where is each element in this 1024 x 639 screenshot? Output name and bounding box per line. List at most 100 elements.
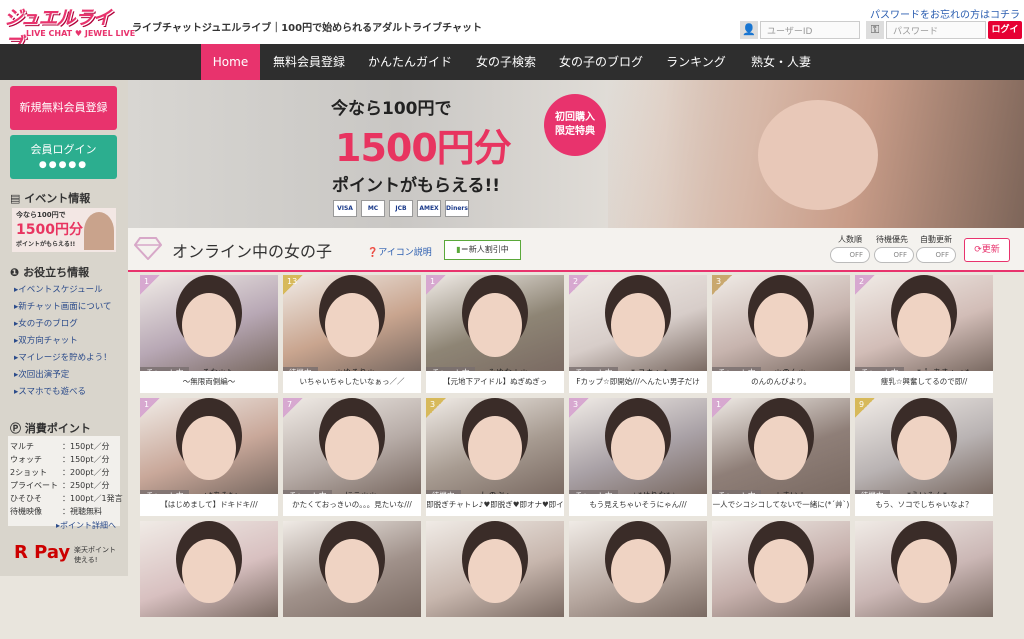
- help-link-next-schedule[interactable]: ▸次回出演予定: [14, 368, 69, 380]
- performer-photo: [426, 275, 564, 371]
- toggle-auto-refresh[interactable]: OFF: [916, 247, 956, 263]
- help-link-blog[interactable]: ▸女の子のブログ: [14, 317, 78, 329]
- nav-ranking[interactable]: ランキング: [658, 44, 734, 80]
- performer-tile[interactable]: 1チャット中みゆな＋＊。【元地下アイドル】ぬぎぬぎっ: [426, 275, 564, 393]
- help-link-new-chat[interactable]: ▸新チャット画面について: [14, 300, 111, 312]
- banner-line1: 今なら100円で: [331, 99, 452, 119]
- gem-icon: [134, 237, 162, 260]
- online-section-header: オンライン中の女の子 ❓アイコン説明 ▮＝新人割引中 人数順 OFF 待機優先 …: [128, 228, 1024, 272]
- performer-tile[interactable]: 13待機中＊ゆるり＊。いちゃいちゃしたいなぁっ／／: [283, 275, 421, 393]
- performer-photo: [855, 275, 993, 371]
- performer-caption: Fカップ☆即開始///へんたい男子だけ: [569, 371, 707, 393]
- performer-face: [897, 539, 951, 603]
- performer-tile[interactable]: 1チャット中るな＊♪～無限両側編～: [140, 275, 278, 393]
- performer-face: [325, 293, 379, 357]
- performer-photo: [712, 398, 850, 494]
- performer-face: [468, 539, 522, 603]
- performer-photo: [426, 521, 564, 617]
- nav-home[interactable]: Home: [201, 44, 260, 80]
- help-heading: ❶ お役立ち情報: [10, 266, 90, 279]
- rank-badge: 2: [569, 275, 589, 295]
- new-discount-badge: ▮＝新人割引中: [444, 240, 521, 260]
- performer-face: [182, 293, 236, 357]
- performer-caption: もう見えちゃいそうにゃん///: [569, 494, 707, 516]
- forgot-password-link[interactable]: パスワードをお忘れの方はコチラ: [870, 6, 1020, 21]
- points-row: マルチ ：150pt／分: [10, 442, 110, 451]
- performer-tile[interactable]: [140, 521, 278, 639]
- performer-caption: 即脱ぎチャトレ♪♥即脱ぎ♥即オナ♥即イ: [426, 494, 564, 516]
- performer-photo: [855, 521, 993, 617]
- event-heading: ▤ イベント情報: [10, 192, 91, 205]
- performer-tile[interactable]: [283, 521, 421, 639]
- rank-badge: 1: [140, 398, 160, 418]
- performer-photo: [569, 521, 707, 617]
- performer-tile[interactable]: 1チャット中＋まい＋。一人でシコシコしてないで一緒に(*´艸`): [712, 398, 850, 516]
- nav-mature[interactable]: 熟女・人妻: [742, 44, 820, 80]
- help-link-two-way[interactable]: ▸双方向チャット: [14, 334, 78, 346]
- performer-face: [754, 293, 808, 357]
- performer-tile[interactable]: 1チャット中+*あみ*+【はじめまして】ドキドキ///: [140, 398, 278, 516]
- performer-tile[interactable]: 2チャット中*･゜あき+-+*痩乳☆興奮してるので即//: [855, 275, 993, 393]
- performer-tile[interactable]: [855, 521, 993, 639]
- toggle-waiting[interactable]: OFF: [874, 247, 914, 263]
- visa-card-icon: VISA: [333, 200, 357, 217]
- performer-tile[interactable]: [426, 521, 564, 639]
- performer-tile[interactable]: 7チャット中にこ＊＊かたくておっきいの。。。見たいな///: [283, 398, 421, 516]
- performer-photo: [712, 275, 850, 371]
- performer-tile[interactable]: 3チャット中☆*せりな*☆もう見えちゃいそうにゃん///: [569, 398, 707, 516]
- points-row: 2ショット ：200pt／分: [10, 468, 110, 477]
- icon-help-link[interactable]: ❓アイコン説明: [367, 245, 432, 258]
- banner-line2: 1500円分: [335, 126, 512, 170]
- help-title: お役立ち情報: [23, 266, 90, 279]
- points-heading: Ⓟ 消費ポイント: [10, 422, 91, 435]
- nav-guide[interactable]: かんたんガイド: [358, 44, 462, 80]
- toggle-label-waiting: 待機優先: [876, 235, 908, 244]
- event-banner[interactable]: 今なら100円で 1500円分 ポイントがもらえる!!: [12, 208, 116, 252]
- performer-tile[interactable]: 9待機中*えいみん*もう、ソコでしちゃいなよ？: [855, 398, 993, 516]
- performer-photo: [712, 521, 850, 617]
- rakuten-pay-logo: R Pay: [14, 542, 71, 563]
- performer-tile[interactable]: [569, 521, 707, 639]
- refresh-button[interactable]: ⟳更新: [964, 238, 1010, 262]
- performer-caption: ～無限両側編～: [140, 371, 278, 393]
- nav-blog[interactable]: 女の子のブログ: [552, 44, 650, 80]
- performer-face: [611, 293, 665, 357]
- points-row: 待機映像 ：視聴無料: [10, 507, 102, 516]
- performer-photo: [283, 275, 421, 371]
- login-button[interactable]: ログイン: [988, 21, 1022, 53]
- site-tagline: ライブチャットジュエルライブ｜100円で始められるアダルトライブチャット: [132, 23, 482, 34]
- rakuten-pay-note: 楽天ポイント 使える!: [74, 546, 116, 564]
- promo-banner[interactable]: 今なら100円で 1500円分 ポイントがもらえる!! 初回購入 限定特典 VIS…: [128, 80, 1024, 228]
- performer-caption: もう、ソコでしちゃいなよ？: [855, 494, 993, 516]
- site-logo[interactable]: ジュエルライブ LIVE CHAT ♥ JEWEL LIVE: [4, 3, 135, 56]
- register-button[interactable]: 新規無料会員登録: [10, 86, 117, 130]
- performer-tile[interactable]: 3待機中.しのぶ+.即脱ぎチャトレ♪♥即脱ぎ♥即オナ♥即イ: [426, 398, 564, 516]
- help-link-schedule[interactable]: ▸イベントスケジュール: [14, 283, 103, 295]
- nav-register[interactable]: 無料会員登録: [266, 44, 352, 80]
- refresh-icon: ⟳: [974, 245, 982, 255]
- points-detail-link[interactable]: ▸ポイント詳細へ: [56, 520, 116, 531]
- performer-face: [611, 539, 665, 603]
- performer-caption: 【元地下アイドル】ぬぎぬぎっ: [426, 371, 564, 393]
- user-id-input[interactable]: ユーザーID: [760, 21, 860, 39]
- member-login-button[interactable]: 会員ログイン ●●●●●: [10, 135, 117, 179]
- performer-tile[interactable]: [712, 521, 850, 639]
- help-link-mileage[interactable]: ▸マイレージを貯めよう！: [14, 351, 112, 363]
- points-title: 消費ポイント: [24, 422, 91, 435]
- performer-face: [325, 416, 379, 480]
- performer-photo: [283, 521, 421, 617]
- performer-grid: 1チャット中るな＊♪～無限両側編～13待機中＊ゆるり＊。いちゃいちゃしたいなぁっ…: [128, 272, 1024, 617]
- toggle-count[interactable]: OFF: [830, 247, 870, 263]
- performer-tile[interactable]: 3チャット中＊のん＊。のんのんびより。: [712, 275, 850, 393]
- performer-photo: [140, 398, 278, 494]
- sidebar: 新規無料会員登録 会員ログイン ●●●●● ▤ イベント情報 今なら100円で …: [0, 80, 128, 576]
- performer-photo: [140, 521, 278, 617]
- points-row: ひそひそ ：100pt／1発言: [10, 494, 123, 503]
- performer-caption: のんのんびより。: [712, 371, 850, 393]
- nav-search[interactable]: 女の子検索: [468, 44, 544, 80]
- performer-tile[interactable]: 2チャット中*-ユキ+-*Fカップ☆即開始///へんたい男子だけ: [569, 275, 707, 393]
- help-link-smartphone[interactable]: ▸スマホでも遊べる: [14, 385, 86, 397]
- password-input[interactable]: パスワード: [886, 21, 986, 39]
- banner-line3: ポイントがもらえる!!: [332, 176, 500, 196]
- performer-face: [468, 293, 522, 357]
